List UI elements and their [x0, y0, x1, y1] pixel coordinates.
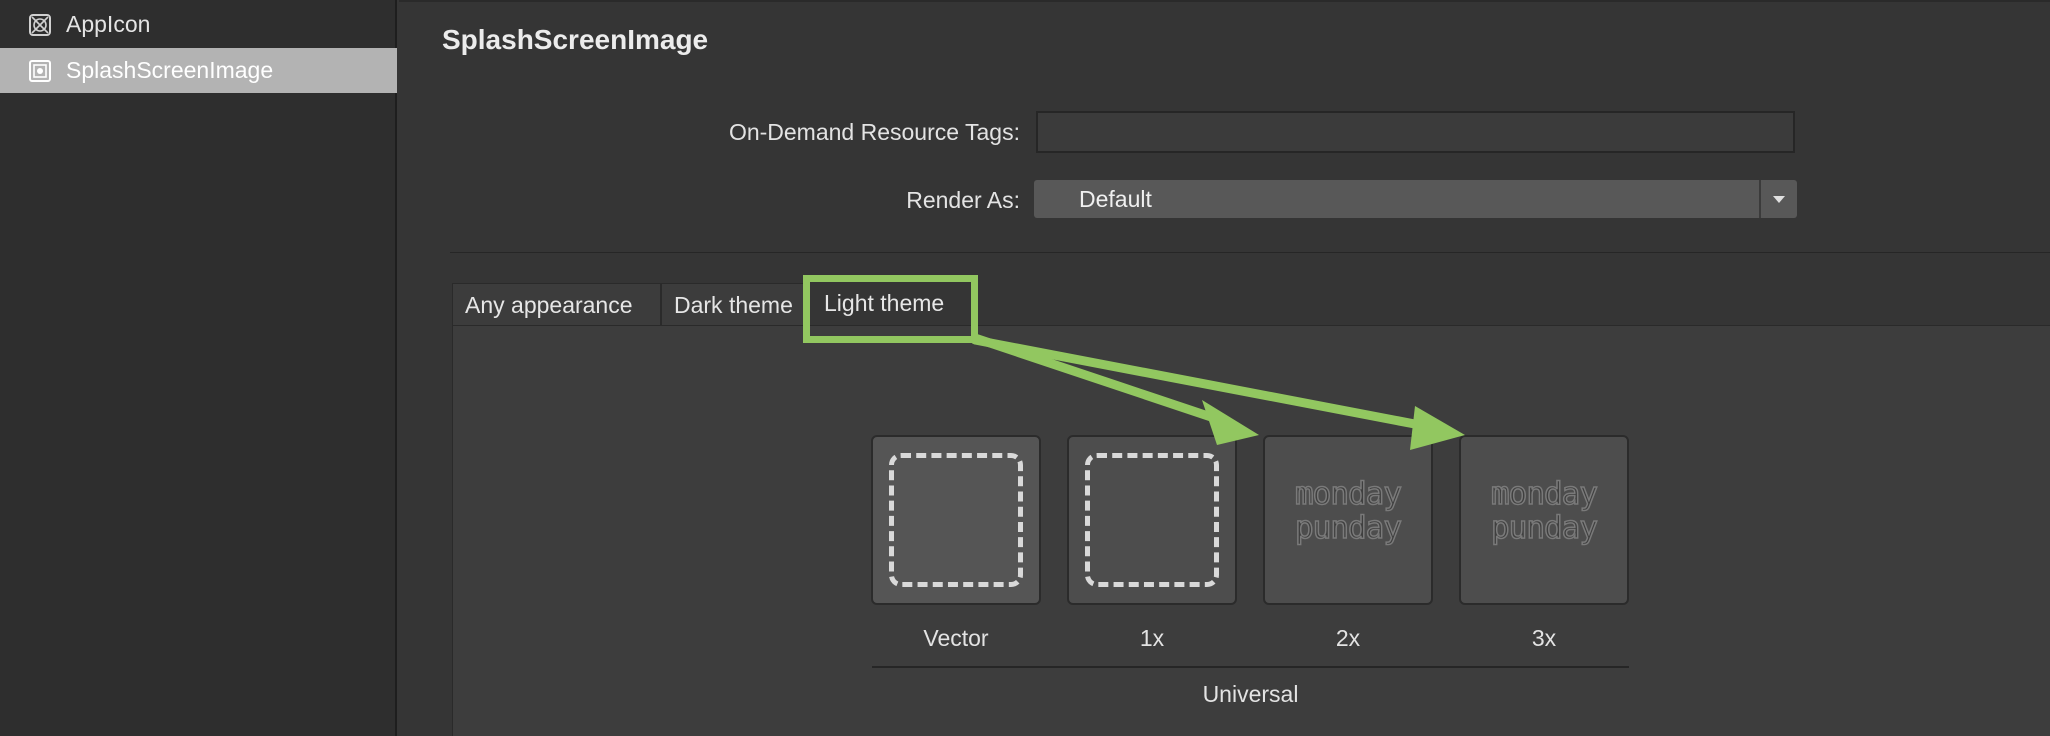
slot-label-2x: 2x — [1335, 625, 1361, 651]
tab-any-appearance[interactable]: Any appearance — [452, 283, 661, 325]
sidebar-item-appicon[interactable]: AppIcon — [0, 2, 397, 47]
chevron-down-icon[interactable] — [1759, 180, 1797, 218]
group-divider — [872, 666, 1629, 668]
appicon-icon — [28, 13, 52, 37]
sidebar-item-label: AppIcon — [66, 11, 151, 37]
render-as-label: Render As: — [906, 187, 1020, 213]
group-label-universal: Universal — [1202, 681, 1299, 707]
sidebar: AppIcon SplashScreenImage — [0, 0, 397, 736]
empty-slot-placeholder — [1085, 453, 1219, 587]
render-as-select[interactable]: Default — [1034, 180, 1797, 218]
image-slot-vector[interactable] — [871, 435, 1041, 605]
slot-label-vector: Vector — [923, 625, 989, 651]
on-demand-label: On-Demand Resource Tags: — [728, 119, 1020, 145]
light-theme-highlight-box — [803, 275, 978, 343]
image-slot-1x[interactable] — [1067, 435, 1237, 605]
image-slot-2x[interactable]: monday punday — [1263, 435, 1433, 605]
tab-dark-theme[interactable]: Dark theme — [661, 283, 809, 325]
render-as-value: Default — [1079, 186, 1152, 212]
on-demand-tags-input[interactable] — [1036, 111, 1795, 153]
slot-image-thumbnail: monday punday — [1294, 476, 1402, 546]
empty-slot-placeholder — [889, 453, 1023, 587]
slot-image-thumbnail: monday punday — [1490, 476, 1598, 546]
slot-label-3x: 3x — [1531, 625, 1557, 651]
slot-label-1x: 1x — [1139, 625, 1165, 651]
sidebar-item-splashscreenimage[interactable]: SplashScreenImage — [0, 48, 397, 93]
page-title: SplashScreenImage — [442, 24, 709, 55]
image-set-icon — [28, 59, 52, 83]
sidebar-item-label: SplashScreenImage — [66, 57, 274, 83]
divider — [450, 252, 2050, 253]
image-slots-panel — [452, 325, 2050, 736]
image-slot-3x[interactable]: monday punday — [1459, 435, 1629, 605]
